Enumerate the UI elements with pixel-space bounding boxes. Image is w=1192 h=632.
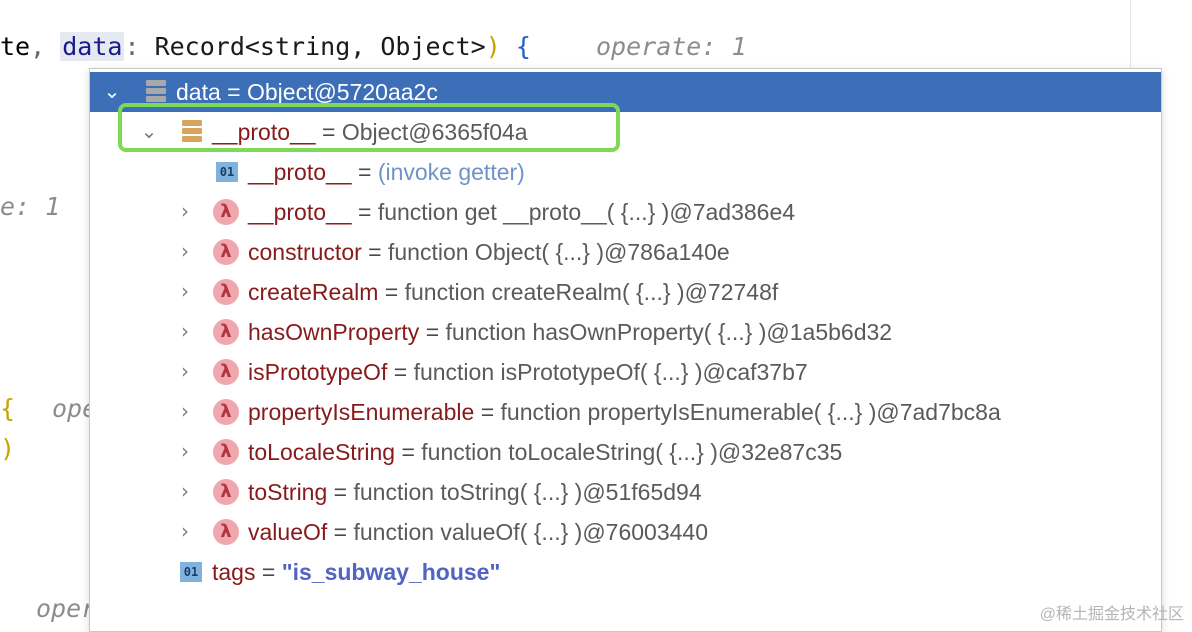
var-name: valueOf	[248, 519, 328, 545]
var-value: function createRealm( {...} )@72748f	[404, 279, 779, 305]
chevron-right-icon[interactable]: ›	[176, 360, 194, 382]
inlay-hint-operate: operate: 1	[596, 32, 747, 61]
tree-row-function[interactable]: › λ propertyIsEnumerable = function prop…	[90, 392, 1161, 432]
var-value: function Object( {...} )@786a140e	[387, 239, 730, 265]
equals-sign: =	[357, 159, 372, 185]
function-lambda-icon: λ	[213, 319, 239, 345]
chevron-right-icon[interactable]: ›	[176, 240, 194, 262]
var-value: function propertyIsEnumerable( {...} )@7…	[500, 399, 1001, 425]
tree-row-function[interactable]: › λ createRealm = function createRealm( …	[90, 272, 1161, 312]
inlay-hint-left: e: 1	[0, 192, 61, 221]
highlight-annotation-box	[118, 103, 620, 152]
tree-row-function[interactable]: › λ valueOf = function valueOf( {...} )@…	[90, 512, 1161, 552]
chevron-right-icon[interactable]: ›	[176, 480, 194, 502]
param-data-highlight[interactable]: data	[60, 32, 125, 61]
object-icon	[144, 79, 168, 103]
chevron-down-icon[interactable]: ⌄	[103, 80, 121, 102]
primitive-icon: 01	[180, 562, 202, 582]
function-lambda-icon: λ	[213, 279, 239, 305]
var-value: function get __proto__( {...} )@7ad386e4	[377, 199, 796, 225]
code-fragment-brace: {	[0, 394, 16, 423]
var-name: propertyIsEnumerable	[248, 399, 475, 425]
equals-sign: =	[261, 559, 276, 585]
var-name: createRealm	[248, 279, 379, 305]
var-name: hasOwnProperty	[248, 319, 420, 345]
equals-sign: =	[401, 439, 415, 465]
watermark: @稀土掘金技术社区	[1039, 606, 1184, 623]
var-value: function isPrototypeOf( {...} )@caf37b7	[413, 359, 808, 385]
function-lambda-icon: λ	[213, 239, 239, 265]
equals-sign: =	[384, 279, 399, 305]
function-lambda-icon: λ	[213, 439, 239, 465]
tree-row-function[interactable]: › λ toString = function toString( {...} …	[90, 472, 1161, 512]
chevron-right-icon[interactable]: ›	[176, 200, 194, 222]
function-lambda-icon: λ	[213, 519, 239, 545]
var-value: function toString( {...} )@51f65d94	[353, 479, 702, 505]
code-type: Record<string, Object>	[154, 32, 486, 61]
inlay-hint-oper: oper	[36, 594, 97, 623]
tree-row-proto-getter[interactable]: 01 __proto__ = (invoke getter)	[90, 152, 1161, 192]
function-lambda-icon: λ	[213, 199, 239, 225]
code-prefix: te	[0, 32, 31, 61]
var-value: function toLocaleString( {...} )@32e87c3…	[421, 439, 843, 465]
code-brace: {	[515, 32, 531, 61]
code-fragment-paren: )	[0, 434, 16, 463]
equals-sign: =	[333, 479, 348, 505]
code-paren: )	[485, 32, 501, 61]
equals-sign: =	[368, 239, 382, 265]
function-lambda-icon: λ	[213, 359, 239, 385]
equals-sign: =	[333, 519, 348, 545]
chevron-right-icon[interactable]: ›	[176, 440, 194, 462]
tree-row-function[interactable]: › λ toLocaleString = function toLocaleSt…	[90, 432, 1161, 472]
chevron-right-icon[interactable]: ›	[176, 400, 194, 422]
code-comma: ,	[30, 32, 46, 61]
chevron-right-icon[interactable]: ›	[176, 520, 194, 542]
string-value: "is_subway_house"	[281, 559, 501, 585]
primitive-icon: 01	[216, 162, 238, 182]
var-name: constructor	[248, 239, 362, 265]
invoke-getter-link[interactable]: (invoke getter)	[378, 159, 525, 185]
tree-row-function[interactable]: › λ constructor = function Object( {...}…	[90, 232, 1161, 272]
var-name: toLocaleString	[248, 439, 396, 465]
var-value: function valueOf( {...} )@76003440	[353, 519, 709, 545]
var-value: function hasOwnProperty( {...} )@1a5b6d3…	[445, 319, 893, 345]
var-name: toString	[248, 479, 328, 505]
var-value: Object@5720aa2c	[246, 79, 438, 105]
var-name: __proto__	[248, 199, 352, 225]
tree-row-function[interactable]: › λ isPrototypeOf = function isPrototype…	[90, 352, 1161, 392]
equals-sign: =	[357, 199, 372, 225]
tree-row-function[interactable]: › λ __proto__ = function get __proto__( …	[90, 192, 1161, 232]
chevron-right-icon[interactable]: ›	[176, 280, 194, 302]
function-lambda-icon: λ	[213, 399, 239, 425]
equals-sign: =	[480, 399, 495, 425]
tree-row-text: data = Object@5720aa2c	[176, 78, 438, 106]
var-name: __proto__	[248, 159, 352, 185]
tree-row-function[interactable]: › λ hasOwnProperty = function hasOwnProp…	[90, 312, 1161, 352]
equals-sign: =	[425, 319, 440, 345]
function-lambda-icon: λ	[213, 479, 239, 505]
tree-row-tags[interactable]: 01 tags = "is_subway_house"	[90, 552, 1161, 592]
chevron-right-icon[interactable]: ›	[176, 320, 194, 342]
equals-sign: =	[227, 79, 241, 105]
code-line-signature[interactable]: te, data: Record<string, Object>) {	[0, 32, 531, 61]
var-name: isPrototypeOf	[248, 359, 388, 385]
equals-sign: =	[393, 359, 408, 385]
var-name: data	[176, 79, 221, 105]
debugger-variables-popup[interactable]: ⌄ data = Object@5720aa2c ⌄ __proto__ = O…	[89, 68, 1162, 632]
var-name: tags	[212, 559, 256, 585]
code-colon: :	[124, 32, 140, 61]
